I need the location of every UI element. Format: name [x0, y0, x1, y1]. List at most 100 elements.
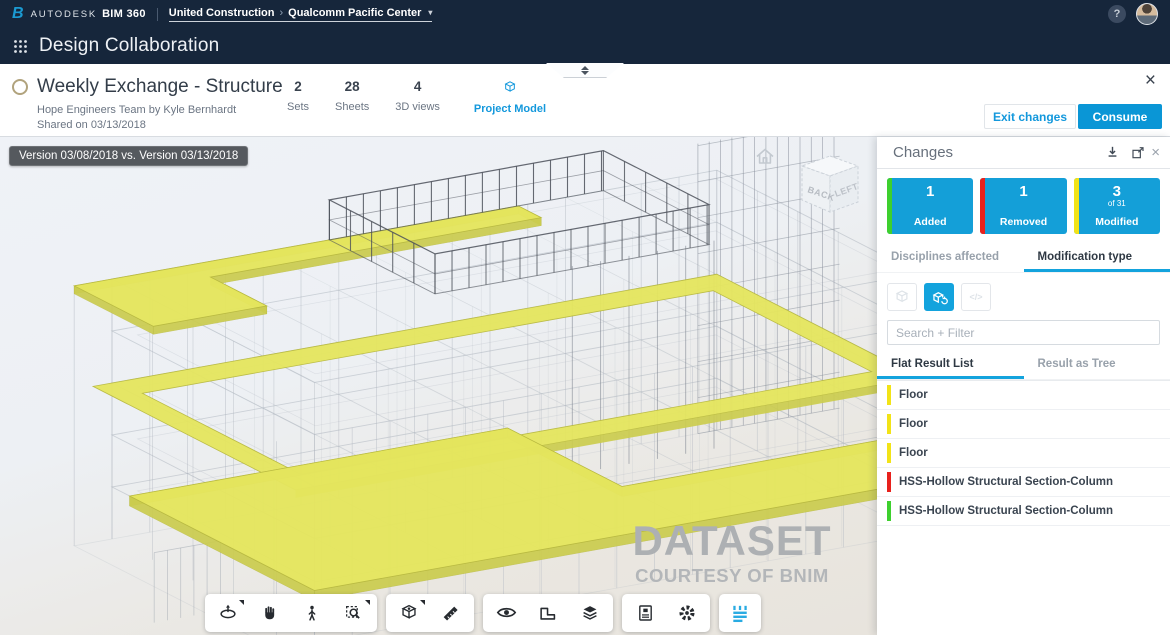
geometry-unchanged-filter-button[interactable]: [887, 283, 917, 311]
search-area: [877, 320, 1170, 345]
team-color-ring-icon: [12, 79, 28, 95]
modified-stripe: [1073, 178, 1079, 234]
changes-panel-header: Changes ×: [877, 137, 1170, 168]
chevron-down-icon[interactable]: ▾: [428, 8, 432, 17]
modified-card[interactable]: 3 of 31 Modified: [1073, 178, 1160, 234]
home-icon[interactable]: [752, 145, 778, 169]
exchange-actions: Exit changes Consume: [984, 104, 1162, 129]
flyout-triangle-icon: [365, 600, 370, 605]
model-views-button[interactable]: [388, 596, 430, 630]
download-icon[interactable]: [1104, 144, 1121, 161]
model-viewport[interactable]: Version 03/08/2018 vs. Version 03/13/201…: [0, 137, 877, 635]
list-item[interactable]: Floor: [877, 410, 1170, 439]
stat-3d-views[interactable]: 4 3D views: [395, 79, 440, 113]
cube-icon: [895, 290, 909, 303]
added-label: Added: [913, 216, 947, 228]
breadcrumb-project[interactable]: United Construction: [169, 7, 275, 19]
changes-list-button[interactable]: [721, 596, 759, 630]
tab-result-as-tree[interactable]: Result as Tree: [1024, 351, 1170, 379]
added-count: 1: [925, 183, 935, 200]
orbit-button[interactable]: [207, 596, 249, 630]
item-label: HSS-Hollow Structural Section-Column: [899, 505, 1114, 517]
expand-icon[interactable]: [1130, 145, 1146, 161]
autodesk-logo-icon: B: [12, 5, 24, 22]
measure-button[interactable]: [430, 596, 472, 630]
list-item[interactable]: Floor: [877, 381, 1170, 410]
parameters-changed-filter-button[interactable]: </>: [961, 283, 991, 311]
navigate-tool-group: [205, 594, 377, 632]
view-cube[interactable]: BACK LEFT: [790, 151, 870, 223]
flyout-triangle-icon: [239, 600, 244, 605]
breadcrumb[interactable]: United Construction › Qualcomm Pacific C…: [168, 6, 433, 22]
added-card[interactable]: 1 Added: [887, 178, 974, 234]
layers-button[interactable]: [569, 596, 611, 630]
modified-sub: of 31: [1107, 199, 1126, 208]
view-tool-group: [386, 594, 474, 632]
main-area: Version 03/08/2018 vs. Version 03/13/201…: [0, 137, 1170, 635]
exchange-title: Weekly Exchange - Structure: [37, 76, 283, 97]
exchange-meta: Hope Engineers Team by Kyle Bernhardt Sh…: [37, 103, 236, 133]
topbar-right: ?: [1108, 3, 1158, 25]
list-item[interactable]: HSS-Hollow Structural Section-Column: [877, 497, 1170, 526]
change-summary-cards: 1 Added 1 Removed 3 of 31 Modified: [877, 169, 1170, 244]
watermark-line1: DATASET: [632, 517, 832, 564]
display-tool-group: [483, 594, 613, 632]
stat-3d-views-label: 3D views: [395, 101, 440, 113]
help-icon[interactable]: ?: [1108, 5, 1126, 23]
changes-panel-title: Changes: [893, 144, 954, 161]
code-icon: </>: [969, 292, 983, 302]
settings-gear-icon[interactable]: [666, 596, 708, 630]
removed-card[interactable]: 1 Removed: [980, 178, 1067, 234]
item-label: Floor: [899, 447, 928, 459]
close-icon[interactable]: ×: [1145, 71, 1156, 90]
zoom-window-button[interactable]: [333, 596, 375, 630]
section-button[interactable]: [527, 596, 569, 630]
item-label: Floor: [899, 389, 928, 401]
watermark-line2: COURTESY OF BNIM: [635, 565, 829, 586]
viewer-toolbar: [205, 594, 761, 632]
cube-icon: [504, 81, 516, 92]
removed-stripe: [887, 472, 891, 492]
cube-refresh-icon: [932, 291, 948, 304]
geometry-changed-filter-button[interactable]: [924, 283, 954, 311]
list-item[interactable]: HSS-Hollow Structural Section-Column: [877, 468, 1170, 497]
search-input[interactable]: [887, 320, 1160, 345]
exit-changes-button[interactable]: Exit changes: [984, 104, 1076, 129]
removed-label: Removed: [999, 216, 1048, 228]
filter-tabs: Disciplines affected Modification type: [877, 244, 1170, 273]
added-stripe: [887, 501, 891, 521]
tab-flat-result-list[interactable]: Flat Result List: [877, 351, 1024, 379]
modified-label: Modified: [1095, 216, 1139, 228]
apps-grid-icon[interactable]: [13, 39, 28, 54]
collapse-handle[interactable]: [546, 63, 624, 78]
result-view-tabs: Flat Result List Result as Tree: [877, 351, 1170, 380]
exchange-title-block: Weekly Exchange - Structure: [12, 76, 283, 98]
visibility-button[interactable]: [485, 596, 527, 630]
stat-sheets-label: Sheets: [335, 101, 370, 113]
stat-sheets[interactable]: 28 Sheets: [335, 79, 369, 113]
project-model-link[interactable]: Project Model: [474, 79, 546, 115]
avatar[interactable]: [1136, 3, 1158, 25]
tab-disciplines-affected[interactable]: Disciplines affected: [877, 244, 1024, 272]
settings-tool-group: [622, 594, 710, 632]
consume-button[interactable]: Consume: [1078, 104, 1162, 129]
breadcrumb-separator: ›: [279, 6, 284, 19]
first-person-button[interactable]: [291, 596, 333, 630]
added-stripe: [887, 178, 892, 234]
tab-modification-type[interactable]: Modification type: [1023, 244, 1170, 272]
result-list: Floor Floor Floor HSS-Hollow Structural …: [877, 380, 1170, 526]
pan-button[interactable]: [249, 596, 291, 630]
flyout-triangle-icon: [420, 600, 425, 605]
chevron-up-icon: [581, 65, 589, 70]
app-bar: Design Collaboration: [0, 28, 1170, 64]
stat-sets[interactable]: 2 Sets: [287, 79, 309, 113]
modification-type-filters: </>: [877, 273, 1170, 320]
modified-stripe: [887, 414, 891, 434]
brand-label: AUTODESK: [30, 8, 98, 20]
list-item[interactable]: Floor: [877, 439, 1170, 468]
project-model-label: Project Model: [473, 103, 547, 115]
top-bar: B AUTODESK BIM 360 United Construction ›…: [0, 0, 1170, 28]
breadcrumb-item[interactable]: Qualcomm Pacific Center: [288, 7, 421, 19]
properties-button[interactable]: [624, 596, 666, 630]
close-icon[interactable]: ×: [1151, 145, 1160, 160]
